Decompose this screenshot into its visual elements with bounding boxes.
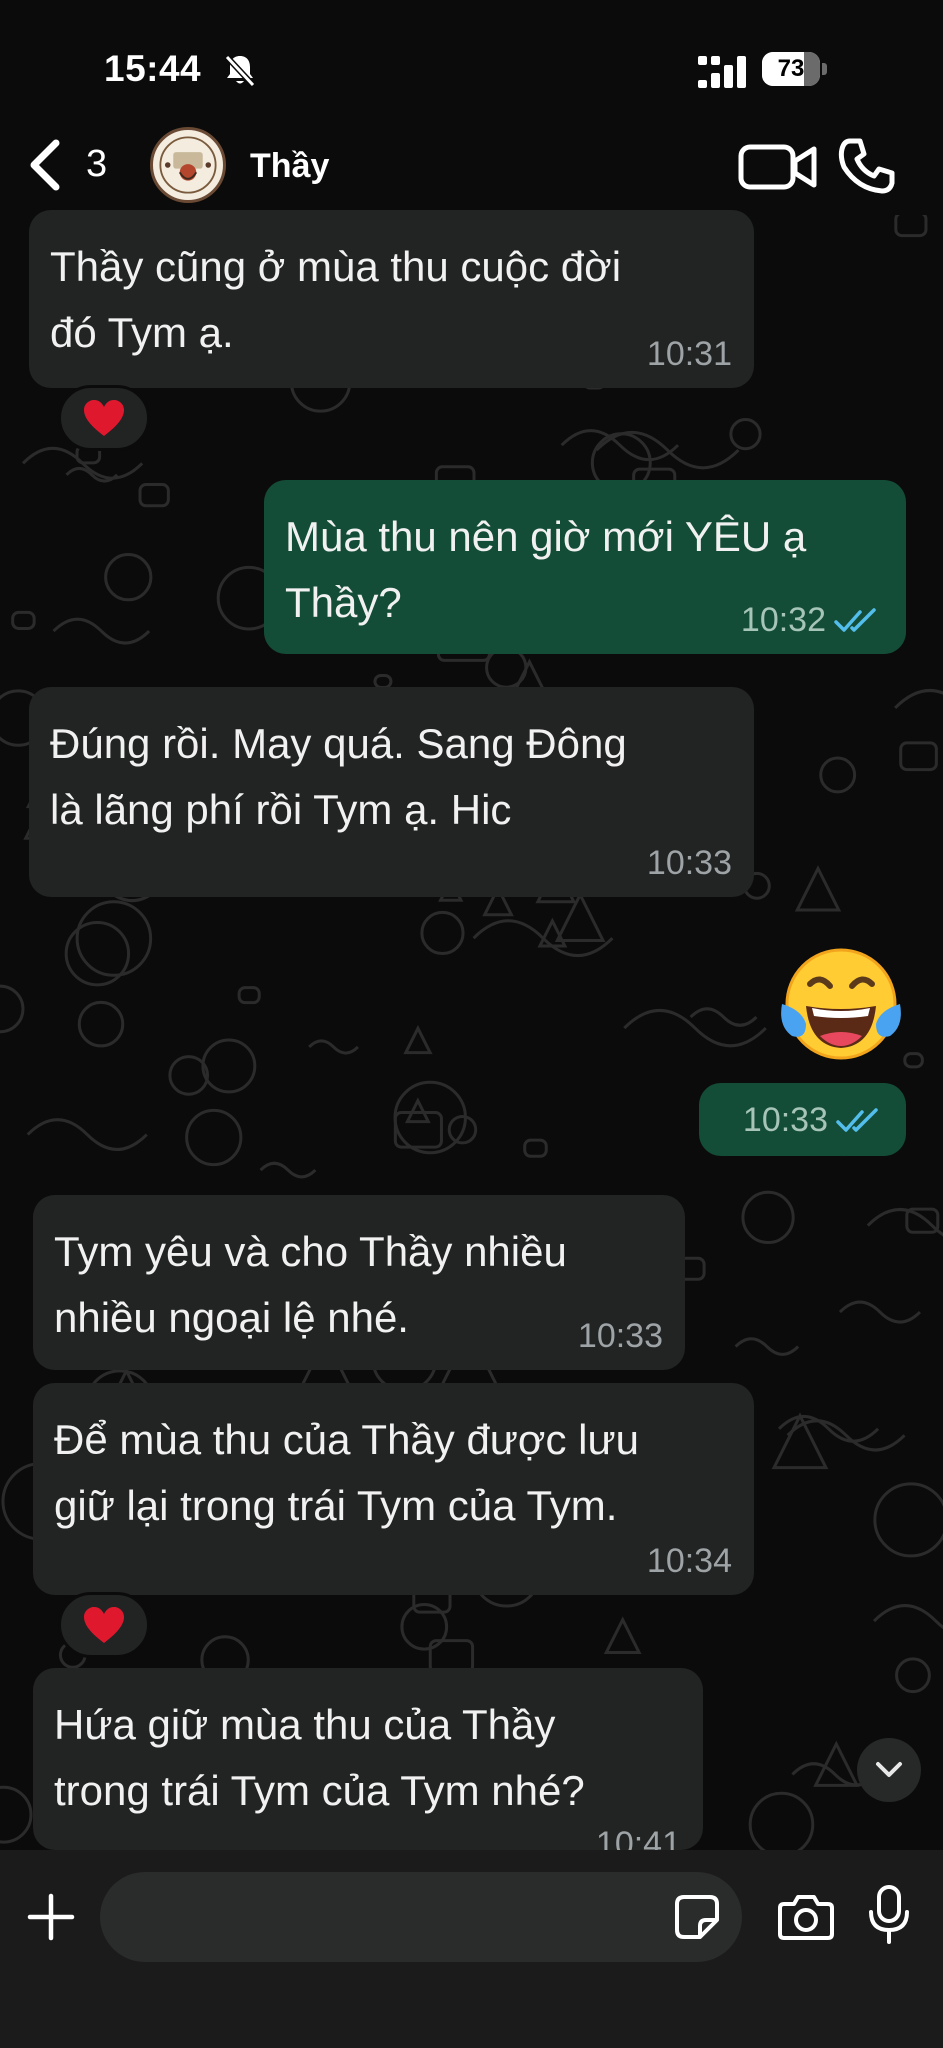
laughing-tears-emoji[interactable] xyxy=(776,944,906,1068)
wallpaper-doodle xyxy=(603,1616,642,1655)
wallpaper-doodle xyxy=(308,1039,360,1055)
plus-icon[interactable] xyxy=(24,1890,78,1944)
wallpaper-doodle xyxy=(11,610,36,630)
wallpaper-doodle xyxy=(393,1111,443,1149)
message-time: 10:33 xyxy=(577,1317,663,1355)
phone-call-icon[interactable] xyxy=(838,137,896,195)
back-chevron-icon[interactable] xyxy=(22,137,72,193)
message-text: Thầy cũng ở mùa thu cuộc đời đó Tym ạ. xyxy=(50,243,622,356)
heart-icon xyxy=(84,1607,124,1643)
wallpaper-doodle xyxy=(0,984,25,1034)
wallpaper-doodle xyxy=(52,617,151,645)
status-bar: 15:44 73 xyxy=(0,0,943,130)
wallpaper-doodle xyxy=(689,1007,758,1027)
video-call-icon[interactable] xyxy=(738,143,818,191)
wallpaper-doodle xyxy=(819,756,857,794)
wallpaper-doodle xyxy=(748,1791,815,1858)
wallpaper-doodle xyxy=(185,1108,243,1167)
read-receipt-icon xyxy=(836,1107,878,1132)
wallpaper-doodle xyxy=(26,1118,148,1151)
wallpaper-doodle xyxy=(104,553,153,602)
wallpaper-doodle xyxy=(734,1337,800,1356)
wallpaper-doodle xyxy=(894,689,943,709)
heart-icon xyxy=(84,400,124,436)
wallpaper-doodle xyxy=(794,865,842,912)
battery-indicator: 73 xyxy=(762,52,828,88)
contact-avatar[interactable] xyxy=(150,127,226,203)
wallpaper-doodle xyxy=(873,1482,943,1558)
wallpaper-doodle xyxy=(903,1052,924,1069)
status-time: 15:44 xyxy=(104,48,202,89)
wallpaper-doodle xyxy=(237,986,261,1005)
message-meta: 10:32 xyxy=(741,601,884,640)
reaction-badge[interactable] xyxy=(58,385,150,451)
message-time: 10:33 xyxy=(646,844,732,882)
message-meta: 10:34 xyxy=(647,1542,732,1581)
wallpaper-doodle xyxy=(899,741,938,772)
wallpaper-doodle xyxy=(201,1038,257,1094)
message-incoming[interactable]: Đúng rồi. May quá. Sang Đông là lãng phí… xyxy=(29,687,754,897)
message-text: Tym yêu và cho Thầy nhiều nhiều ngoại lệ… xyxy=(54,1228,567,1341)
message-meta: 10:31 xyxy=(647,335,732,374)
wallpaper-doodle xyxy=(77,1000,125,1048)
sticker-icon[interactable] xyxy=(674,1894,720,1940)
scroll-to-bottom-button[interactable] xyxy=(857,1738,921,1802)
message-incoming[interactable]: Hứa giữ mùa thu của Thầy trong trái Tym … xyxy=(33,1668,703,1863)
wallpaper-doodle xyxy=(771,1412,829,1470)
wallpaper-doodle xyxy=(75,900,153,977)
read-receipt-icon xyxy=(834,607,876,632)
wallpaper-doodle xyxy=(373,673,393,689)
wallpaper-doodle xyxy=(741,1190,795,1245)
wallpaper-doodle xyxy=(894,211,928,238)
cellular-signal-icon xyxy=(698,56,746,88)
chat-header: 3 Thầy xyxy=(0,115,943,215)
message-meta: 10:33 xyxy=(578,1317,663,1356)
reaction-badge[interactable] xyxy=(58,1592,150,1658)
wallpaper-doodle xyxy=(472,919,614,958)
wallpaper-doodle xyxy=(0,1785,33,1844)
unread-count[interactable]: 3 xyxy=(86,143,107,186)
chevron-down-icon xyxy=(876,1762,902,1777)
contact-name[interactable]: Thầy xyxy=(250,147,329,186)
wallpaper-doodle xyxy=(138,483,170,508)
wallpaper-doodle xyxy=(838,1300,922,1324)
wallpaper-doodle xyxy=(595,430,740,470)
wallpaper-doodle xyxy=(403,1024,433,1055)
wallpaper-doodle xyxy=(64,920,131,987)
wallpaper-doodle xyxy=(420,910,465,956)
message-meta: 10:33 xyxy=(743,1101,886,1140)
message-time: 10:32 xyxy=(740,601,826,639)
message-incoming[interactable]: Tym yêu và cho Thầy nhiều nhiều ngoại lệ… xyxy=(33,1195,685,1370)
message-text: Để mùa thu của Thầy được lưu giữ lại tro… xyxy=(54,1416,639,1529)
battery-level: 73 xyxy=(777,55,805,82)
message-incoming[interactable]: Thầy cũng ở mùa thu cuộc đời đó Tym ạ. 1… xyxy=(29,210,754,388)
message-time: 10:31 xyxy=(646,335,732,373)
message-outgoing[interactable]: Mùa thu nên giờ mới YÊU ạ Thầy? 10:32 xyxy=(264,480,906,654)
wallpaper-doodle xyxy=(895,1657,931,1694)
message-incoming[interactable]: Để mùa thu của Thầy được lưu giữ lại tro… xyxy=(33,1383,754,1595)
message-outgoing[interactable]: 10:33 xyxy=(699,1083,906,1156)
wallpaper-doodle xyxy=(872,1604,943,1630)
message-input[interactable] xyxy=(100,1872,742,1962)
message-text: Hứa giữ mùa thu của Thầy trong trái Tym … xyxy=(54,1701,585,1814)
wallpaper-doodle xyxy=(259,1161,317,1179)
message-time: 10:34 xyxy=(646,1542,732,1580)
message-meta: 10:33 xyxy=(647,844,732,883)
microphone-icon[interactable] xyxy=(866,1884,912,1946)
message-text: Đúng rồi. May quá. Sang Đông là lãng phí… xyxy=(50,720,627,833)
wallpaper-doodle xyxy=(623,1008,767,1048)
message-composer xyxy=(0,1850,943,2048)
camera-icon[interactable] xyxy=(778,1892,834,1942)
wallpaper-doodle xyxy=(523,1138,548,1158)
wallpaper-doodle xyxy=(729,417,762,451)
message-time: 10:33 xyxy=(742,1101,828,1139)
bell-muted-icon xyxy=(224,54,256,88)
